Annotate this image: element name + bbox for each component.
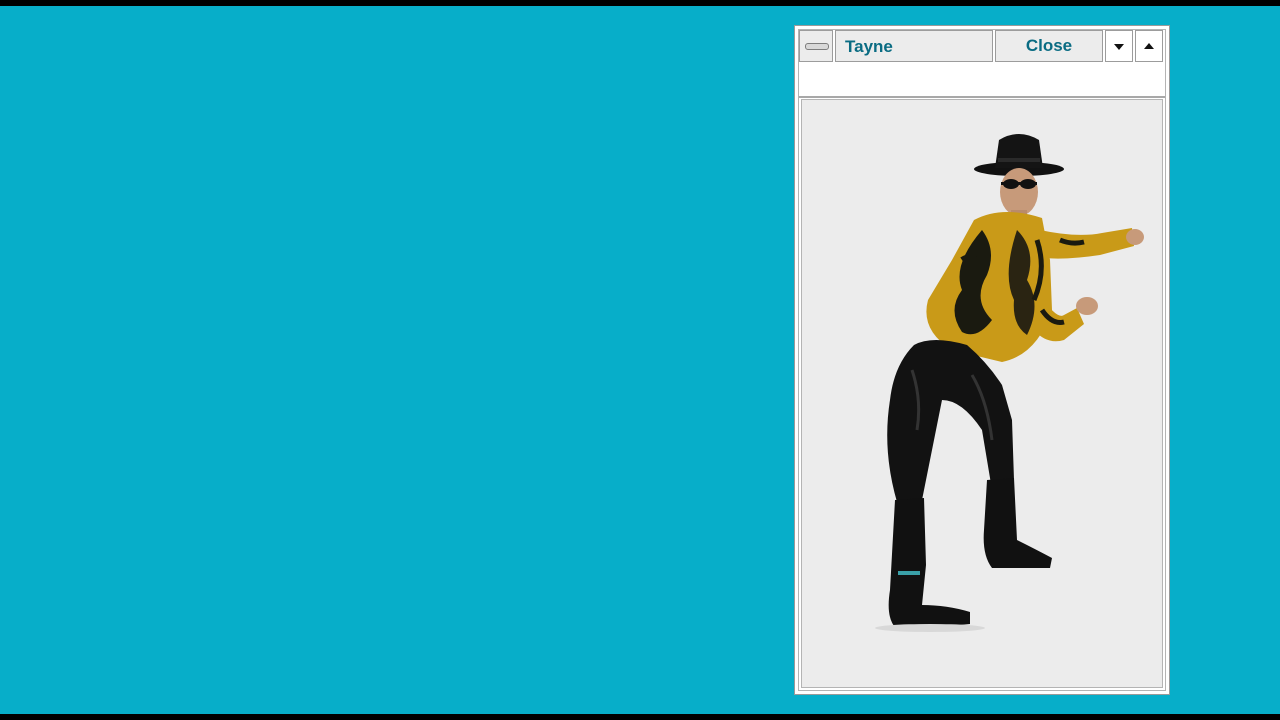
image-viewport: [801, 99, 1163, 688]
title-bar: Tayne Close: [799, 30, 1165, 64]
triangle-down-icon: [1114, 44, 1124, 50]
triangle-up-icon: [1144, 43, 1154, 49]
system-menu-button[interactable]: [799, 30, 833, 62]
window-title[interactable]: Tayne: [835, 30, 993, 62]
tayne-window: Tayne Close: [794, 25, 1170, 695]
close-button[interactable]: Close: [995, 30, 1103, 62]
menu-bar: [799, 66, 1165, 98]
maximize-button[interactable]: [1135, 30, 1163, 62]
minimize-button[interactable]: [1105, 30, 1133, 62]
system-menu-icon: [805, 43, 829, 50]
dancing-man-image: [875, 134, 1144, 632]
